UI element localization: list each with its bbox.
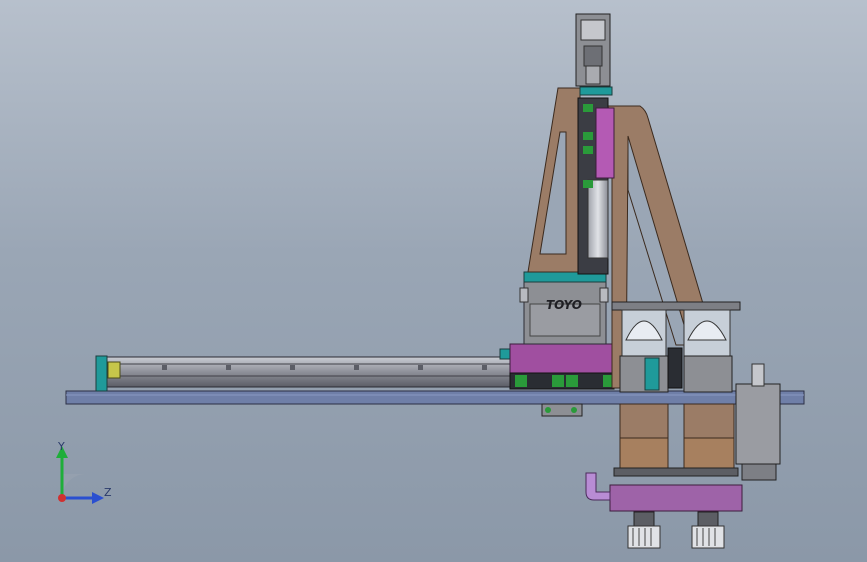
base-plate xyxy=(65,390,805,405)
y-axis-label: Y xyxy=(58,440,65,453)
vertical-actuator xyxy=(577,86,615,275)
rail-end-block xyxy=(107,361,121,379)
suction-cups xyxy=(627,511,725,549)
orientation-triad[interactable]: Y Z xyxy=(40,436,130,516)
axis-icon xyxy=(56,446,104,504)
top-motor xyxy=(575,13,611,87)
cad-viewport[interactable]: TOYO Y Z xyxy=(0,0,867,562)
z-axis-label: Z xyxy=(104,486,112,499)
side-cylinder xyxy=(735,363,781,481)
rail-end-cap-left xyxy=(95,355,108,392)
brand-label: TOYO xyxy=(546,298,582,312)
horizontal-linear-rail xyxy=(95,348,513,392)
rail-carriage xyxy=(509,343,615,390)
assembly-drawing[interactable]: TOYO xyxy=(0,0,867,562)
